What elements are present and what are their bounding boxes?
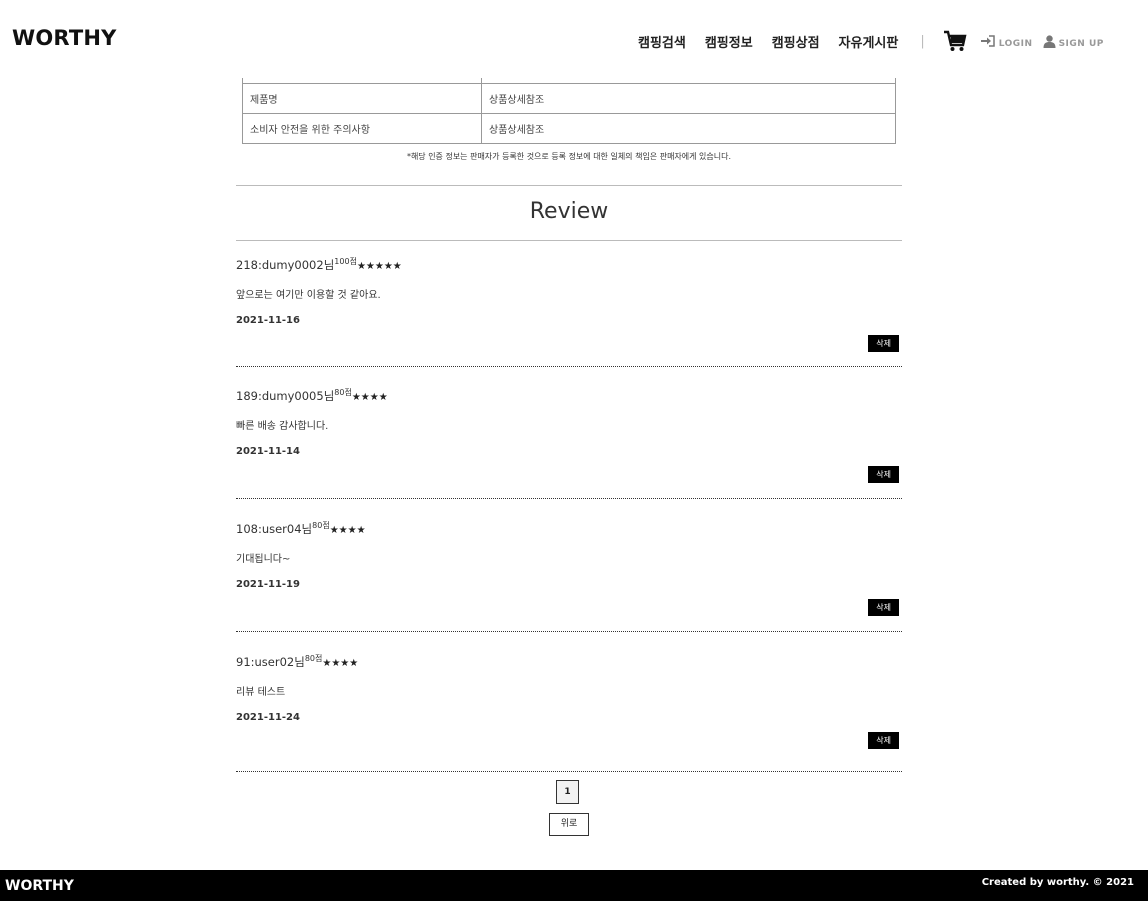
- review-score: 100점: [334, 257, 357, 266]
- review-user-suffix: 님: [301, 521, 313, 536]
- delete-review-button[interactable]: 삭제: [868, 732, 899, 749]
- review-user: dumy0002: [261, 257, 324, 272]
- main-nav: 캠핑검색 캠핑정보 캠핑상점 자유게시판 | LOGIN SIGN UP: [638, 30, 1114, 52]
- cart-icon[interactable]: [943, 30, 967, 52]
- signup-label: SIGN UP: [1058, 38, 1104, 49]
- review-header: 189:dumy0005님80점★★★★: [236, 388, 388, 403]
- nav-separator: |: [920, 33, 925, 49]
- divider: [236, 185, 902, 186]
- rating-stars: ★★★★★: [356, 260, 402, 272]
- nav-camping-store[interactable]: 캠핑상점: [772, 32, 820, 51]
- footer-copyright: Created by worthy. © 2021: [981, 877, 1134, 888]
- review-text: 리뷰 테스트: [236, 687, 286, 698]
- review-score: 80점: [304, 654, 323, 663]
- review-title: Review: [529, 199, 609, 224]
- scroll-top-button[interactable]: 위로: [549, 813, 589, 836]
- review-user-suffix: 님: [294, 654, 305, 669]
- divider: [236, 240, 902, 241]
- review-header: 91:user02님80점★★★★: [236, 654, 359, 669]
- review-id: 108: [236, 521, 258, 536]
- info-value: 상품상세참조: [481, 113, 896, 144]
- user-icon: [1043, 34, 1056, 48]
- review-divider: [236, 631, 902, 632]
- pagination-page-1[interactable]: 1: [556, 780, 579, 804]
- review-divider: [236, 366, 902, 367]
- review-user: user02: [254, 654, 295, 669]
- nav-free-board[interactable]: 자유게시판: [839, 32, 899, 51]
- delete-review-button[interactable]: 삭제: [868, 466, 899, 483]
- review-divider: [236, 771, 902, 772]
- review-date: 2021-11-19: [236, 579, 300, 590]
- review-user-suffix: 님: [323, 257, 335, 272]
- review-header: 218:dumy0002님100점★★★★★: [236, 257, 402, 272]
- seller-notice: *해당 인증 정보는 판매자가 등록한 것으로 등록 정보에 대한 일체의 책임…: [406, 152, 732, 161]
- review-divider: [236, 498, 902, 499]
- login-label: LOGIN: [998, 38, 1033, 49]
- site-header: WORTHY 캠핑검색 캠핑정보 캠핑상점 자유게시판 | LOGIN SIGN…: [0, 0, 1148, 78]
- review-text: 빠른 배송 감사합니다.: [236, 421, 329, 432]
- review-score: 80점: [334, 388, 352, 397]
- site-logo[interactable]: WORTHY: [12, 26, 117, 50]
- review-user-suffix: 님: [323, 388, 335, 403]
- review-id: 218: [236, 257, 258, 272]
- review-id: 91: [236, 654, 251, 669]
- rating-stars: ★★★★: [329, 524, 366, 536]
- rating-stars: ★★★★: [322, 657, 359, 669]
- table-row: 제품명 상품상세참조: [242, 83, 896, 114]
- delete-review-button[interactable]: 삭제: [868, 335, 899, 352]
- signup-link[interactable]: SIGN UP: [1043, 34, 1104, 49]
- review-date: 2021-11-16: [236, 315, 300, 326]
- review-text: 앞으로는 여기만 이용할 것 같아요.: [236, 290, 381, 301]
- delete-review-button[interactable]: 삭제: [868, 599, 899, 616]
- rating-stars: ★★★★: [351, 391, 388, 403]
- info-key: 제품명: [242, 83, 482, 114]
- review-id: 189: [236, 388, 258, 403]
- login-link[interactable]: LOGIN: [980, 34, 1033, 49]
- review-date: 2021-11-14: [236, 446, 300, 457]
- review-user: dumy0005: [261, 388, 324, 403]
- info-value: 상품상세참조: [481, 83, 896, 114]
- footer-logo: WORTHY: [5, 878, 74, 894]
- nav-camping-info[interactable]: 캠핑정보: [705, 32, 753, 51]
- review-date: 2021-11-24: [236, 712, 300, 723]
- table-row: 소비자 안전을 위한 주의사항 상품상세참조: [242, 113, 896, 144]
- review-header: 108:user04님80점★★★★: [236, 521, 366, 536]
- nav-camping-search[interactable]: 캠핑검색: [638, 32, 686, 51]
- site-footer: WORTHY Created by worthy. © 2021: [0, 870, 1148, 901]
- login-icon: [980, 35, 995, 47]
- review-text: 기대됩니다~: [236, 554, 291, 565]
- review-user: user04: [261, 521, 302, 536]
- review-score: 80점: [312, 521, 330, 530]
- info-key: 소비자 안전을 위한 주의사항: [242, 113, 482, 144]
